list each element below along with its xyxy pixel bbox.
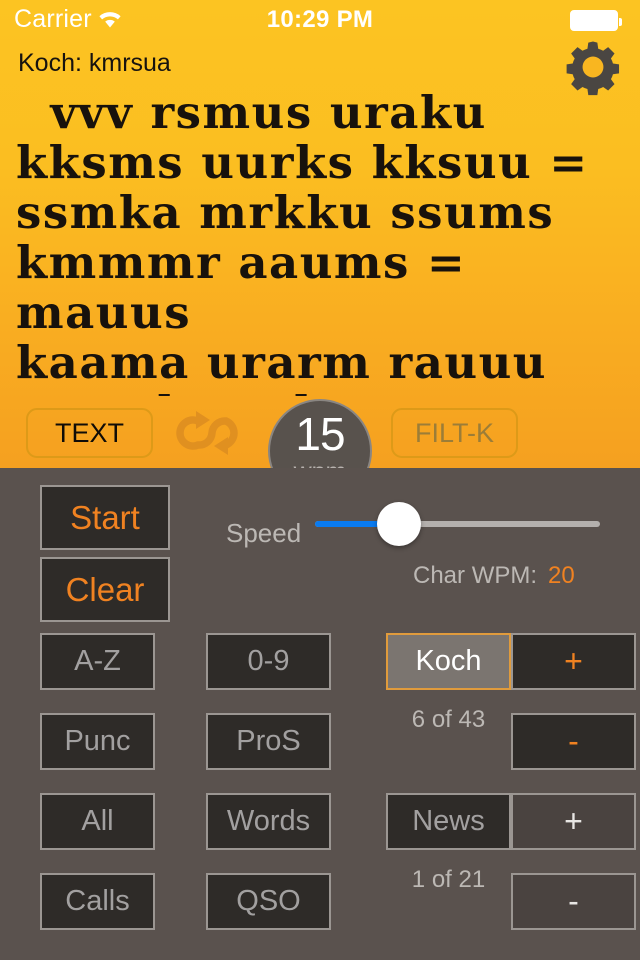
slider-knob[interactable]	[377, 502, 421, 546]
wpm-value: 15	[295, 408, 345, 460]
mode-button-news[interactable]: News	[386, 793, 511, 850]
news-decrement-button[interactable]: -	[511, 873, 636, 930]
clear-button[interactable]: Clear	[40, 557, 170, 622]
speed-label: Speed	[226, 518, 302, 548]
char-wpm-value: 20	[548, 562, 575, 589]
mode-button-09[interactable]: 0-9	[206, 633, 331, 690]
news-counter: 1 of 21	[411, 866, 486, 893]
mode-button-az[interactable]: A-Z	[40, 633, 155, 690]
koch-increment-button[interactable]: +	[511, 633, 636, 690]
mode-button-punc[interactable]: Punc	[40, 713, 155, 770]
start-button[interactable]: Start	[40, 485, 170, 550]
mode-button-pros[interactable]: ProS	[206, 713, 331, 770]
news-increment-button[interactable]: +	[511, 793, 636, 850]
clock-label: 10:29 PM	[266, 6, 374, 33]
mode-button-koch[interactable]: Koch	[386, 633, 511, 690]
practice-text: vvv rsmus uraku kksms uurks kksuu = ssmk…	[16, 88, 622, 396]
mode-button-calls[interactable]: Calls	[40, 873, 155, 930]
filter-button[interactable]: FILT-K	[391, 408, 518, 458]
koch-decrement-button[interactable]: -	[511, 713, 636, 770]
mode-button-qso[interactable]: QSO	[206, 873, 331, 930]
nav-bar: Koch: kmrsua	[0, 40, 640, 96]
status-bar: Carrier 10:29 PM	[0, 0, 640, 40]
speed-slider[interactable]	[315, 502, 600, 546]
mode-button-words[interactable]: Words	[206, 793, 331, 850]
app-root: Carrier 10:29 PM Koch: kmrsua vvv rsmus …	[0, 0, 640, 960]
top-panel: Carrier 10:29 PM Koch: kmrsua vvv rsmus …	[0, 0, 640, 503]
repeat-loop-icon[interactable]	[168, 408, 252, 458]
char-wpm-label: Char WPM:	[413, 562, 538, 589]
battery-icon	[570, 10, 622, 31]
mode-button-all[interactable]: All	[40, 793, 155, 850]
text-mode-button[interactable]: TEXT	[26, 408, 153, 458]
koch-counter: 6 of 43	[411, 706, 486, 733]
page-title: Koch: kmrsua	[18, 49, 171, 77]
